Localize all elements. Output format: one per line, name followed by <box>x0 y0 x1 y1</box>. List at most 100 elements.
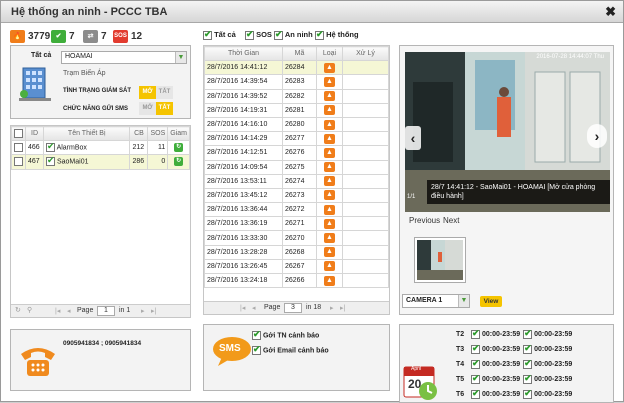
schedule-time[interactable]: 00:00-23:59 <box>482 331 520 338</box>
schedule-checkbox[interactable] <box>471 343 480 354</box>
table-row[interactable]: 28/7/2016 13:28:28 26268 ▲ <box>204 244 389 260</box>
event-handle[interactable] <box>342 258 389 275</box>
monitor-off-toggle[interactable]: TẮT <box>156 86 173 99</box>
table-row[interactable]: 466 AlarmBox 212 11 ↻ <box>11 140 190 156</box>
page-input[interactable]: 1 <box>97 306 115 316</box>
event-handle[interactable] <box>342 230 389 246</box>
schedule-time[interactable]: 00:00-23:59 <box>482 346 520 353</box>
filter-system[interactable]: Hệ thống <box>315 29 359 40</box>
search-icon[interactable]: ⚲ <box>27 306 32 314</box>
page-input[interactable]: 3 <box>284 303 302 313</box>
device-enabled-checkbox[interactable] <box>46 141 55 153</box>
filter-all[interactable]: Tất cả <box>203 29 236 40</box>
refresh-icon[interactable]: ↻ <box>174 143 184 153</box>
first-page-icon[interactable]: |◂ <box>55 307 60 315</box>
row-checkbox[interactable] <box>14 143 23 153</box>
schedule-time[interactable]: 00:00-23:59 <box>482 391 520 398</box>
event-handle[interactable] <box>342 102 389 118</box>
event-handle[interactable] <box>342 159 389 175</box>
view-button[interactable]: View <box>480 296 502 307</box>
table-row[interactable]: 28/7/2016 14:19:31 26281 ▲ <box>204 102 389 118</box>
schedule-checkbox[interactable] <box>471 388 480 399</box>
email-alert-checkbox[interactable] <box>252 344 261 355</box>
event-handle[interactable] <box>342 145 389 161</box>
sms-alert-option[interactable]: Gởi TN cảnh báo <box>252 329 319 340</box>
refresh-icon[interactable]: ↻ <box>15 306 21 314</box>
row-checkbox[interactable] <box>14 157 23 167</box>
filter-sos-checkbox[interactable] <box>245 29 254 40</box>
next-arrow-icon[interactable]: › <box>587 124 607 148</box>
prev-page-icon[interactable]: ◂ <box>252 304 256 312</box>
event-handle[interactable] <box>342 60 389 76</box>
camera-thumbnail[interactable] <box>414 237 466 283</box>
monitor-on-toggle[interactable]: MỞ <box>139 86 156 99</box>
sms-on-toggle[interactable]: MỞ <box>139 102 156 115</box>
event-code: 26277 <box>282 131 317 147</box>
station-select[interactable]: HOAMAI ▼ <box>61 51 187 64</box>
table-row[interactable]: 28/7/2016 13:36:44 26272 ▲ <box>204 202 389 218</box>
schedule-checkbox[interactable] <box>523 358 533 369</box>
schedule-checkbox[interactable] <box>523 373 533 384</box>
schedule-time[interactable]: 00:00-23:59 <box>534 346 572 353</box>
table-row[interactable]: 28/7/2016 14:09:54 26275 ▲ <box>204 159 389 175</box>
schedule-checkbox[interactable] <box>523 328 533 339</box>
last-page-icon[interactable]: ▸| <box>151 307 156 315</box>
event-handle[interactable] <box>342 187 389 204</box>
next-link[interactable]: Next <box>443 216 459 225</box>
table-row[interactable]: 28/7/2016 13:36:19 26271 ▲ <box>204 216 389 232</box>
table-row[interactable]: 28/7/2016 14:39:52 26282 ▲ <box>204 88 389 104</box>
table-row[interactable]: 28/7/2016 14:14:29 26277 ▲ <box>204 131 389 147</box>
table-row[interactable]: 28/7/2016 14:41:12 26284 ▲ <box>204 60 389 76</box>
schedule-time[interactable]: 00:00-23:59 <box>534 391 572 398</box>
event-time: 28/7/2016 13:45:12 <box>204 187 283 204</box>
sms-alert-checkbox[interactable] <box>252 329 261 340</box>
filter-system-checkbox[interactable] <box>315 29 324 40</box>
next-page-icon[interactable]: ▸ <box>141 307 145 315</box>
event-handle[interactable] <box>342 116 389 133</box>
prev-arrow-icon[interactable]: ‹ <box>405 126 421 150</box>
table-row[interactable]: 28/7/2016 14:16:10 26280 ▲ <box>204 116 389 133</box>
close-icon[interactable]: ✖ <box>605 4 616 20</box>
table-row[interactable]: 467 SaoMai01 286 0 ↻ <box>11 154 190 170</box>
table-row[interactable]: 28/7/2016 13:24:18 26266 ▲ <box>204 272 389 289</box>
first-page-icon[interactable]: |◂ <box>240 304 245 312</box>
select-all-checkbox[interactable] <box>14 129 23 139</box>
schedule-checkbox[interactable] <box>471 373 480 384</box>
prev-page-icon[interactable]: ◂ <box>67 307 71 315</box>
refresh-icon[interactable]: ↻ <box>174 157 184 167</box>
event-handle[interactable] <box>342 74 389 90</box>
schedule-time[interactable]: 00:00-23:59 <box>534 361 572 368</box>
schedule-checkbox[interactable] <box>523 343 533 354</box>
table-row[interactable]: 28/7/2016 13:33:30 26270 ▲ <box>204 230 389 246</box>
event-handle[interactable] <box>342 131 389 147</box>
previous-link[interactable]: Previous <box>409 216 440 225</box>
table-row[interactable]: 28/7/2016 13:45:12 26273 ▲ <box>204 187 389 204</box>
table-row[interactable]: 28/7/2016 14:39:54 26283 ▲ <box>204 74 389 90</box>
schedule-checkbox[interactable] <box>471 328 480 339</box>
last-page-icon[interactable]: ▸| <box>340 304 345 312</box>
table-row[interactable]: 28/7/2016 13:53:11 26274 ▲ <box>204 173 389 189</box>
device-enabled-checkbox[interactable] <box>46 155 55 167</box>
filter-all-checkbox[interactable] <box>203 29 212 40</box>
filter-security[interactable]: An ninh <box>274 29 313 40</box>
event-handle[interactable] <box>342 88 389 104</box>
camera-select[interactable]: CAMERA 1 ▼ <box>402 294 470 308</box>
next-page-icon[interactable]: ▸ <box>330 304 334 312</box>
table-row[interactable]: 28/7/2016 14:12:51 26276 ▲ <box>204 145 389 161</box>
sms-off-toggle[interactable]: TẮT <box>156 102 173 115</box>
table-row[interactable]: 28/7/2016 13:26:45 26267 ▲ <box>204 258 389 275</box>
filter-security-checkbox[interactable] <box>274 29 283 40</box>
schedule-checkbox[interactable] <box>523 388 533 399</box>
event-handle[interactable] <box>342 173 389 189</box>
event-handle[interactable] <box>342 216 389 232</box>
schedule-time[interactable]: 00:00-23:59 <box>482 376 520 383</box>
schedule-checkbox[interactable] <box>471 358 480 369</box>
schedule-time[interactable]: 00:00-23:59 <box>534 331 572 338</box>
schedule-time[interactable]: 00:00-23:59 <box>534 376 572 383</box>
event-handle[interactable] <box>342 272 389 289</box>
event-handle[interactable] <box>342 244 389 260</box>
schedule-time[interactable]: 00:00-23:59 <box>482 361 520 368</box>
event-handle[interactable] <box>342 202 389 218</box>
email-alert-option[interactable]: Gởi Email cảnh báo <box>252 344 329 355</box>
filter-sos[interactable]: SOS <box>245 29 272 40</box>
